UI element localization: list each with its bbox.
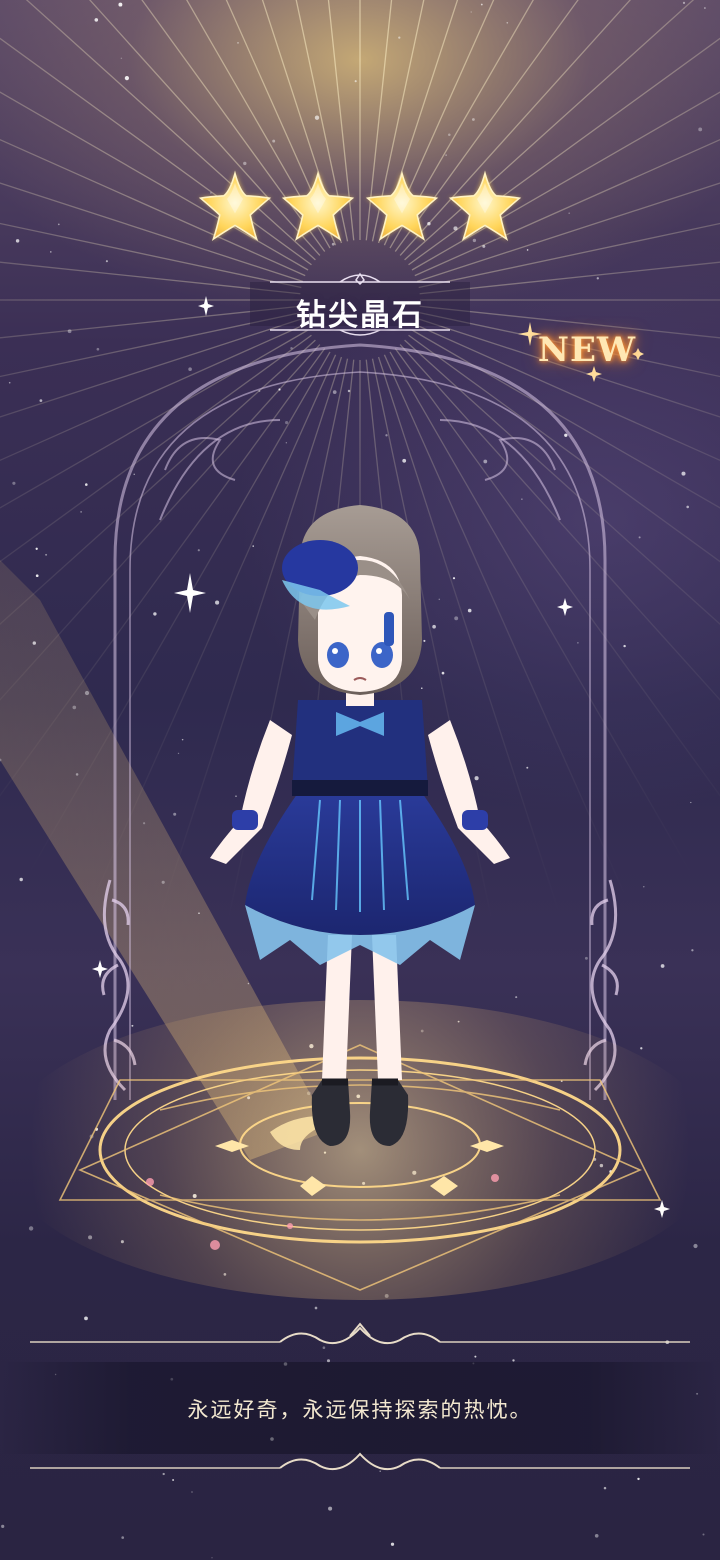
rarity-stars [195, 165, 525, 255]
star-icon [198, 170, 272, 241]
reveal-screen: 钻尖晶石 NEW 永远好奇，永远保持探索的热忱。 [0, 0, 720, 1560]
star-icon [448, 170, 522, 241]
star-icon [365, 170, 438, 241]
item-name: 钻尖晶石 [296, 298, 424, 333]
new-label: NEW [537, 330, 637, 370]
item-title-plate: 钻尖晶石 [230, 268, 490, 340]
item-description: 永远好奇，永远保持探索的热忱。 [187, 1398, 533, 1422]
description-panel: 永远好奇，永远保持探索的热忱。 [0, 1320, 720, 1490]
star-icon [282, 170, 355, 241]
new-badge: NEW [512, 316, 652, 386]
